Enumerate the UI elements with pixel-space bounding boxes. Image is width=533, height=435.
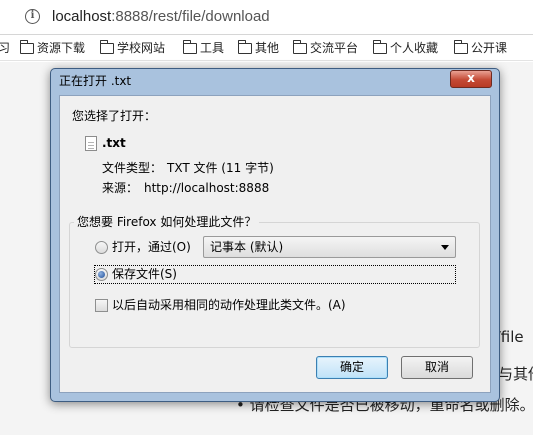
open-with-radio[interactable] xyxy=(95,241,108,254)
bookmark-folder-resources[interactable]: 资源下载 xyxy=(19,39,85,57)
file-type-label: 文件类型： xyxy=(102,161,163,175)
bookmark-item[interactable]: 习 xyxy=(0,39,10,57)
ok-button[interactable]: 确定 xyxy=(316,356,388,379)
address-bar[interactable]: i localhost:8888/rest/file/download xyxy=(0,0,533,35)
open-with-label[interactable]: 打开，通过(O) xyxy=(112,239,191,255)
bookmark-folder-community[interactable]: 交流平台 xyxy=(292,39,358,57)
page-text-fragment: 与其他 xyxy=(498,365,533,383)
action-question: 您想要 Firefox 如何处理此文件？ xyxy=(74,214,260,230)
application-select[interactable]: 记事本 (默认) xyxy=(203,236,456,258)
source-value: http://localhost:8888 xyxy=(144,181,270,195)
dialog-body: 您选择了打开： .txt 文件类型： TXT 文件 (11 字节) 来源： ht… xyxy=(59,95,491,393)
save-file-radio[interactable] xyxy=(95,268,108,281)
dropdown-arrow-icon xyxy=(441,245,449,250)
save-file-label[interactable]: 保存文件(S) xyxy=(112,266,177,282)
bookmark-folder-personal[interactable]: 个人收藏 xyxy=(372,39,438,57)
folder-icon xyxy=(99,40,114,54)
remember-checkbox[interactable] xyxy=(95,299,108,312)
file-type-value: TXT 文件 (11 字节) xyxy=(167,161,274,175)
bookmark-folder-tools[interactable]: 工具 xyxy=(182,39,224,57)
application-select-value: 记事本 (默认) xyxy=(210,240,284,254)
bookmark-folder-courses[interactable]: 公开课 xyxy=(453,39,507,57)
bookmarks-toolbar: 习 资源下载 学校网站 工具 其他 交流平台 个人收藏 公开课 xyxy=(0,35,533,61)
open-file-dialog: 正在打开 .txt x 您选择了打开： .txt 文件类型： TXT 文件 (1… xyxy=(50,68,500,402)
bookmark-folder-other[interactable]: 其他 xyxy=(237,39,279,57)
dialog-intro: 您选择了打开： xyxy=(72,109,157,123)
file-name: .txt xyxy=(102,136,126,150)
remember-label[interactable]: 以后自动采用相同的动作处理此类文件。(A) xyxy=(112,297,346,313)
folder-icon xyxy=(237,40,252,54)
url-text[interactable]: localhost:8888/rest/file/download xyxy=(52,8,270,26)
cancel-button[interactable]: 取消 xyxy=(401,356,473,379)
folder-icon xyxy=(453,40,468,54)
bookmark-folder-school[interactable]: 学校网站 xyxy=(99,39,165,57)
dialog-title: 正在打开 .txt xyxy=(59,74,132,88)
close-button[interactable]: x xyxy=(450,70,492,88)
folder-icon xyxy=(292,40,307,54)
folder-icon xyxy=(19,40,34,54)
url-host: localhost xyxy=(52,8,112,25)
source-label: 来源： xyxy=(102,181,139,195)
info-icon[interactable]: i xyxy=(25,9,40,24)
folder-icon xyxy=(182,40,197,54)
text-file-icon xyxy=(85,136,97,151)
folder-icon xyxy=(372,40,387,54)
close-icon: x xyxy=(467,71,475,85)
url-path: :8888/rest/file/download xyxy=(111,8,270,25)
